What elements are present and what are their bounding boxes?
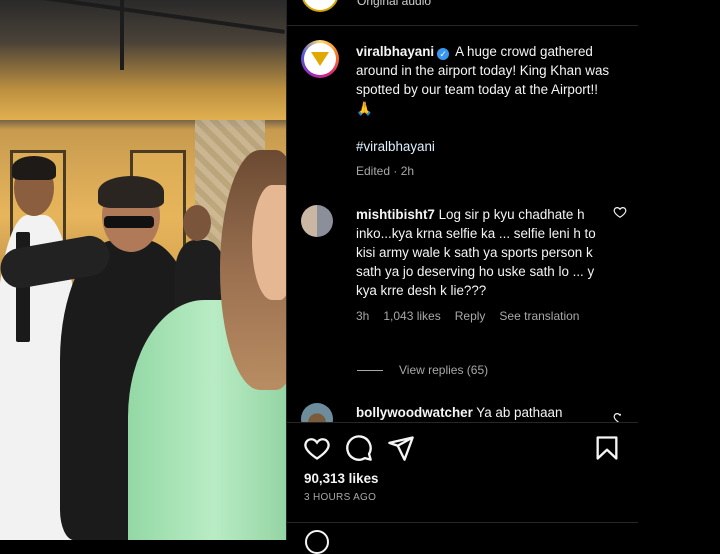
author-avatar[interactable] [301,40,339,78]
post-detail-panel: Original audio viralbhayani ✓ A huge crow… [286,0,639,554]
view-replies-button[interactable]: View replies (65) [357,363,488,377]
likes-count[interactable]: 90,313 likes [304,471,378,486]
post-timestamp: 3 HOURS AGO [304,492,377,503]
header-divider [287,25,639,26]
view-replies-label: View replies (65) [399,363,489,377]
reply-button[interactable]: Reply [455,307,486,326]
backdrop-right [638,0,720,540]
comment-likes[interactable]: 1,043 likes [383,307,440,326]
post-photo[interactable] [0,0,286,540]
comment-meta: 3h 1,043 likes Reply See translation [356,307,601,326]
comment-text: Ya ab pathaan [476,405,563,420]
face [252,185,286,300]
hashtag-link[interactable]: #viralbhayani [356,137,616,156]
commenter-avatar[interactable] [301,403,333,423]
audio-link[interactable]: Original audio [357,0,431,8]
heart-icon[interactable] [303,434,331,462]
comment-time: 3h [356,309,370,323]
viral-logo-icon [311,52,329,66]
emoji-icon[interactable] [305,530,329,554]
post-header: Original audio [301,0,431,12]
action-bar [301,434,621,464]
actions-divider [287,422,639,423]
send-icon[interactable] [387,434,415,462]
comment-icon[interactable] [345,434,373,462]
caption-meta: Edited · 2h [356,164,415,178]
commenter-avatar[interactable] [301,205,333,237]
see-translation-button[interactable]: See translation [499,307,579,326]
replies-line [357,369,383,371]
hair [98,176,164,208]
comment-username[interactable]: mishtibisht7 [356,207,435,222]
hair [12,156,56,180]
comment-username[interactable]: bollywoodwatcher [356,405,473,420]
author-avatar-small[interactable] [301,0,339,12]
ceiling-beam [120,0,124,70]
person-head [183,205,211,241]
sunglasses [104,216,154,228]
author-username[interactable]: viralbhayani [356,44,434,59]
comment-item: bollywoodwatcher Ya ab pathaan [301,403,621,423]
comment-like-heart-icon[interactable] [613,205,627,219]
verified-badge-icon: ✓ [437,48,450,60]
bookmark-icon[interactable] [593,434,621,462]
airport-ceiling [0,0,286,120]
footer-divider [287,522,639,523]
